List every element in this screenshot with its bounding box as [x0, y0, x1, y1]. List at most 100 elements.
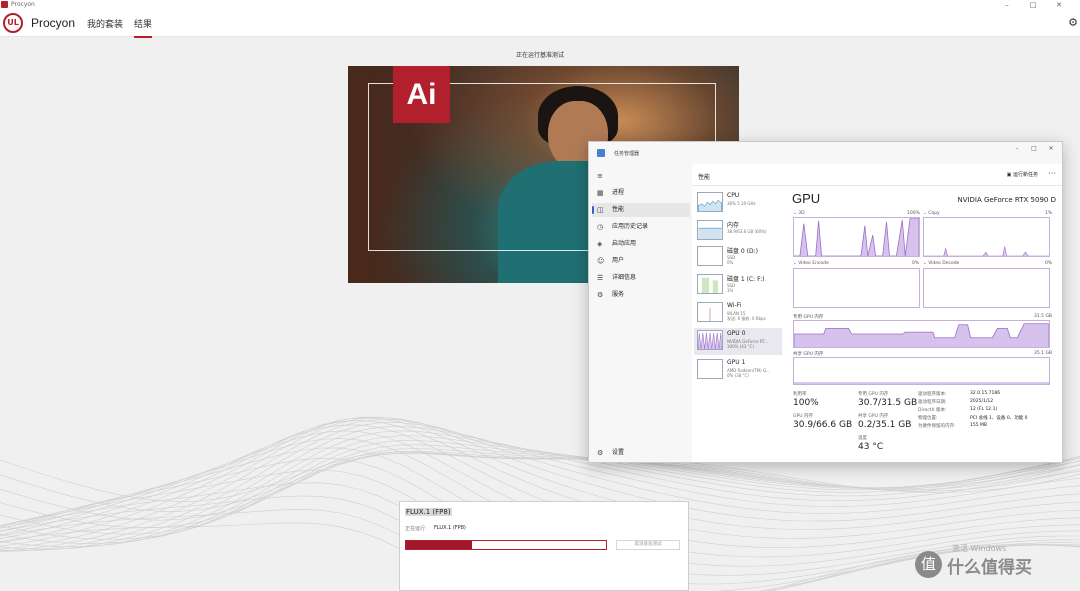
physical-location-value: PCI 总线 1、设备 0、功能 0	[970, 416, 1028, 421]
graph-3d-max: 100%	[907, 211, 920, 216]
dedicated-mem-max: 31.5 GB	[1034, 314, 1053, 319]
task-manager-icon	[597, 149, 605, 157]
device-memory[interactable]: 内存 38.9/63.6 GB (60%)	[694, 218, 782, 245]
util-value: 100%	[793, 398, 819, 408]
sidebar-item-performance[interactable]: ◫ 性能	[592, 203, 690, 217]
memory-thumbnail	[697, 220, 723, 240]
tm-page-header: 性能 ▣ 运行新任务 ···	[692, 164, 1062, 186]
settings-gear-icon: ⚙	[597, 449, 604, 457]
running-label: 正在运行:	[405, 526, 427, 532]
graph-video-encode	[793, 268, 920, 308]
gpu-mem-label: GPU 内存	[793, 414, 813, 419]
close-button[interactable]: ✕	[1048, 0, 1070, 10]
benchmark-title: FLUX.1 (FP8)	[405, 508, 452, 516]
users-icon: ☺	[597, 257, 605, 265]
driver-date-value: 2025/1/12	[970, 399, 994, 404]
progress-bar-fill	[406, 541, 472, 549]
ai-logo: Ai	[393, 66, 450, 123]
site-name: 什么值得买	[947, 558, 1032, 578]
device-gpu-0[interactable]: GPU 0 NVIDIA GeForce RT... 100% (43 °C)	[694, 328, 782, 355]
window-title: Procyon	[11, 1, 35, 8]
task-manager-window: 任务管理器 – □ ✕ ≡ ▦ 进程 ◫ 性能 ◷ 应用历史记录 ◈ 启动应用 ☺ 用户 …	[588, 141, 1063, 463]
minimize-button[interactable]: –	[996, 0, 1018, 10]
history-icon: ◷	[597, 223, 604, 231]
driver-date-label: 驱动程序日期:	[918, 400, 947, 405]
site-logo-icon: 值	[915, 551, 942, 578]
running-status-text: 正在运行基准测试	[515, 52, 564, 59]
disk0-thumbnail	[697, 246, 723, 266]
graph-decode-min: 0%	[1045, 261, 1053, 266]
chart-icon: ◫	[597, 206, 604, 214]
tm-maximize-button[interactable]: □	[1028, 145, 1040, 152]
ul-logo-icon: UL	[3, 13, 23, 33]
reserved-mem-value: 155 MB	[970, 423, 987, 428]
maximize-button[interactable]: □	[1022, 0, 1044, 10]
sidebar-item-details[interactable]: ☰ 详细信息	[592, 271, 690, 285]
running-value: FLUX.1 (FP8)	[434, 525, 466, 531]
sidebar-item-startup[interactable]: ◈ 启动应用	[592, 237, 690, 251]
device-disk-0[interactable]: 磁盘 0 (D:) SSD 0%	[694, 244, 782, 271]
tm-minimize-button[interactable]: –	[1011, 145, 1023, 152]
util-label: 利用率	[793, 392, 807, 397]
gear-icon[interactable]: ⚙	[1068, 16, 1078, 29]
driver-version-label: 驱动程序版本:	[918, 392, 947, 397]
gpu-model-name: NVIDIA GeForce RTX 5090 D	[957, 196, 1056, 204]
tm-title: 任务管理器	[614, 151, 640, 157]
gpu0-thumbnail	[697, 330, 723, 350]
graph-3d	[793, 217, 920, 257]
procyon-app-icon	[1, 1, 8, 8]
startup-icon: ◈	[597, 240, 603, 248]
shared-mem-stat-label: 共享 GPU 内存	[858, 414, 889, 419]
tm-close-button[interactable]: ✕	[1045, 145, 1057, 152]
hamburger-menu-icon[interactable]: ≡	[592, 169, 690, 183]
shared-mem-max: 35.1 GB	[1034, 351, 1053, 356]
sidebar-item-app-history[interactable]: ◷ 应用历史记录	[592, 220, 690, 234]
tm-performance-pane: CPU 36% 5.19 GHz 内存 38.9/63.6 GB (60%) 磁…	[692, 186, 1062, 462]
graph-dedicated-memory	[793, 320, 1050, 348]
sidebar-item-users[interactable]: ☺ 用户	[592, 254, 690, 268]
shared-mem-stat-value: 0.2/35.1 GB	[858, 420, 912, 430]
directx-value: 12 (FL 12.1)	[970, 407, 998, 412]
tm-sidebar: ≡ ▦ 进程 ◫ 性能 ◷ 应用历史记录 ◈ 启动应用 ☺ 用户 ☰ 详细信息 ⚙ 服务 ⚙ 设…	[589, 164, 692, 462]
benchmark-progress-panel: FLUX.1 (FP8) 正在运行: FLUX.1 (FP8) 取消基准测试	[399, 501, 689, 591]
wifi-thumbnail	[697, 302, 723, 322]
device-wifi[interactable]: Wi-Fi WLAN 15 发送: 0 接收: 0 Kbps	[694, 300, 782, 327]
window-titlebar: Procyon – □ ✕	[0, 0, 1080, 10]
directx-label: DirectX 版本:	[918, 408, 947, 413]
graph-encode-label: ⌄ Video Encode	[793, 261, 829, 266]
services-icon: ⚙	[597, 291, 604, 299]
tab-my-suites[interactable]: 我的套装	[87, 17, 123, 30]
more-options-icon[interactable]: ···	[1048, 169, 1056, 178]
disk1-thumbnail	[697, 274, 723, 294]
brand-name: Procyon	[31, 16, 76, 30]
cpu-thumbnail	[697, 192, 723, 212]
cancel-benchmark-button[interactable]: 取消基准测试	[616, 540, 680, 550]
tm-titlebar: 任务管理器 – □ ✕	[589, 142, 1062, 164]
physical-location-label: 物理位置:	[918, 416, 938, 421]
graph-video-decode	[923, 268, 1050, 308]
progress-bar	[405, 540, 607, 550]
ded-mem-stat-value: 30.7/31.5 GB	[858, 398, 918, 408]
device-cpu[interactable]: CPU 36% 5.19 GHz	[694, 190, 782, 217]
temp-value: 43 °C	[858, 442, 884, 452]
graph-copy	[923, 217, 1050, 257]
gpu-mem-value: 30.9/66.6 GB	[793, 420, 853, 430]
grid-icon: ▦	[597, 189, 604, 197]
sidebar-item-services[interactable]: ⚙ 服务	[592, 288, 690, 302]
graph-decode-label: ⌄ Video Decode	[923, 261, 960, 266]
temp-label: 温度	[858, 436, 867, 441]
tab-results[interactable]: 结果	[134, 17, 153, 38]
sidebar-item-processes[interactable]: ▦ 进程	[592, 186, 690, 200]
app-header: UL Procyon 我的套装 结果 ⚙	[0, 10, 1080, 38]
gpu1-thumbnail	[697, 359, 723, 379]
run-new-task-button[interactable]: ▣ 运行新任务	[1007, 171, 1038, 178]
list-icon: ☰	[597, 274, 604, 282]
ded-mem-stat-label: 专用 GPU 内存	[858, 392, 889, 397]
site-watermark: 值 什么值得买	[915, 551, 1075, 579]
graph-3d-label: ⌄ 3D	[793, 211, 805, 216]
graph-shared-memory	[793, 357, 1050, 385]
graph-copy-max: 1%	[1045, 211, 1053, 216]
sidebar-item-settings[interactable]: ⚙ 设置	[592, 446, 690, 460]
device-gpu-1[interactable]: GPU 1 AMD Radeon(TM) G... 0% (38 °C)	[694, 357, 782, 384]
device-disk-1[interactable]: 磁盘 1 (C: F:) SSD 1%	[694, 272, 782, 299]
